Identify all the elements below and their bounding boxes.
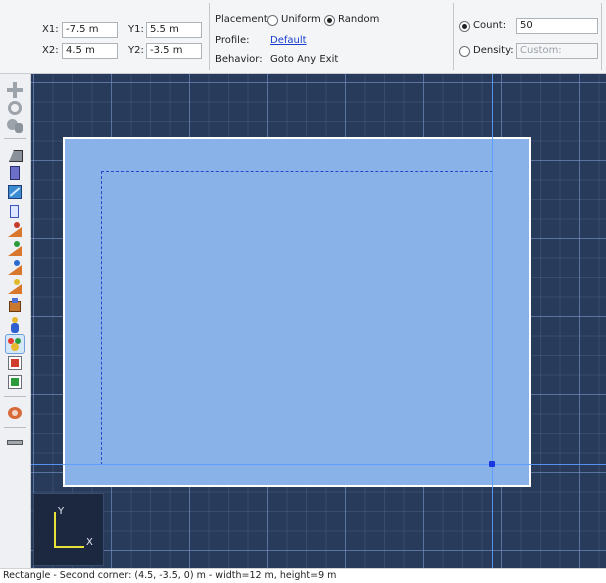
second-corner-handle[interactable] <box>489 461 495 467</box>
region-inner-boundary <box>101 171 102 465</box>
profile-label: Profile: <box>215 35 250 46</box>
stair-tool-1-icon[interactable] <box>6 221 24 239</box>
density-label[interactable]: Density: <box>473 45 514 57</box>
occupant-group-tool-icon[interactable] <box>5 334 25 354</box>
target-tool-2-icon[interactable] <box>6 373 24 391</box>
camera-tool-icon[interactable] <box>6 404 24 422</box>
density-field[interactable]: Custom: <box>516 43 598 59</box>
divider <box>453 3 454 70</box>
y-axis-line <box>54 512 56 547</box>
density-radio[interactable] <box>459 46 470 57</box>
profile-link[interactable]: Default <box>270 35 307 47</box>
measure-tool-icon[interactable] <box>6 434 24 452</box>
placement-label: Placement: <box>215 14 272 25</box>
y1-field[interactable]: 5.5 m <box>146 22 202 38</box>
x1-label: X1: <box>42 24 59 35</box>
placement-uniform-radio[interactable] <box>267 15 278 26</box>
toolbar-divider <box>4 396 26 397</box>
y1-label: Y1: <box>128 24 144 35</box>
stair-tool-4-icon[interactable] <box>6 278 24 296</box>
axes-gizmo: Y X <box>33 493 104 566</box>
count-radio[interactable] <box>459 21 470 32</box>
count-field[interactable]: 50 <box>516 18 598 34</box>
placement-random-radio[interactable] <box>324 15 335 26</box>
divider <box>601 3 602 70</box>
toolbar-divider <box>4 138 26 139</box>
behavior-label: Behavior: <box>215 54 263 65</box>
placement-random-label[interactable]: Random <box>338 14 379 26</box>
properties-bar: X1: -7.5 m Y1: 5.5 m X2: 4.5 m Y2: -3.5 … <box>0 0 606 74</box>
wall-tool-icon[interactable] <box>6 164 24 182</box>
horizontal-snap-guide <box>31 464 606 465</box>
y-axis-label: Y <box>58 506 65 517</box>
stair-tool-3-icon[interactable] <box>6 259 24 277</box>
floor-tool-icon[interactable] <box>6 145 24 163</box>
target-tool-1-icon[interactable] <box>6 354 24 372</box>
region-inner-boundary <box>101 171 493 172</box>
x1-field[interactable]: -7.5 m <box>62 22 118 38</box>
occupant-tool-icon[interactable] <box>6 316 24 334</box>
count-label[interactable]: Count: <box>473 20 506 32</box>
divider <box>209 3 210 70</box>
occupant-region-rectangle[interactable] <box>63 137 531 487</box>
vertical-snap-guide <box>492 74 493 568</box>
pan-tool-icon[interactable] <box>6 81 24 99</box>
obstruction-tool-icon[interactable] <box>6 183 24 201</box>
toolbar-divider <box>4 427 26 428</box>
x-axis-line <box>54 546 84 548</box>
exit-tool-icon[interactable] <box>6 297 24 315</box>
door-tool-icon[interactable] <box>6 202 24 220</box>
x2-label: X2: <box>42 45 59 56</box>
y2-label: Y2: <box>128 45 144 56</box>
status-bar: Rectangle - Second corner: (4.5, -3.5, 0… <box>0 568 606 583</box>
stair-tool-2-icon[interactable] <box>6 240 24 258</box>
behavior-value[interactable]: Goto Any Exit <box>270 54 338 66</box>
zoom-tool-icon[interactable] <box>6 117 24 135</box>
placement-uniform-label[interactable]: Uniform <box>281 14 321 26</box>
x-axis-label: X <box>86 537 93 548</box>
orbit-tool-icon[interactable] <box>6 99 24 117</box>
tool-palette <box>0 74 31 568</box>
x2-field[interactable]: 4.5 m <box>62 43 118 59</box>
plan-viewport[interactable]: Y X <box>31 74 606 568</box>
y2-field[interactable]: -3.5 m <box>146 43 202 59</box>
